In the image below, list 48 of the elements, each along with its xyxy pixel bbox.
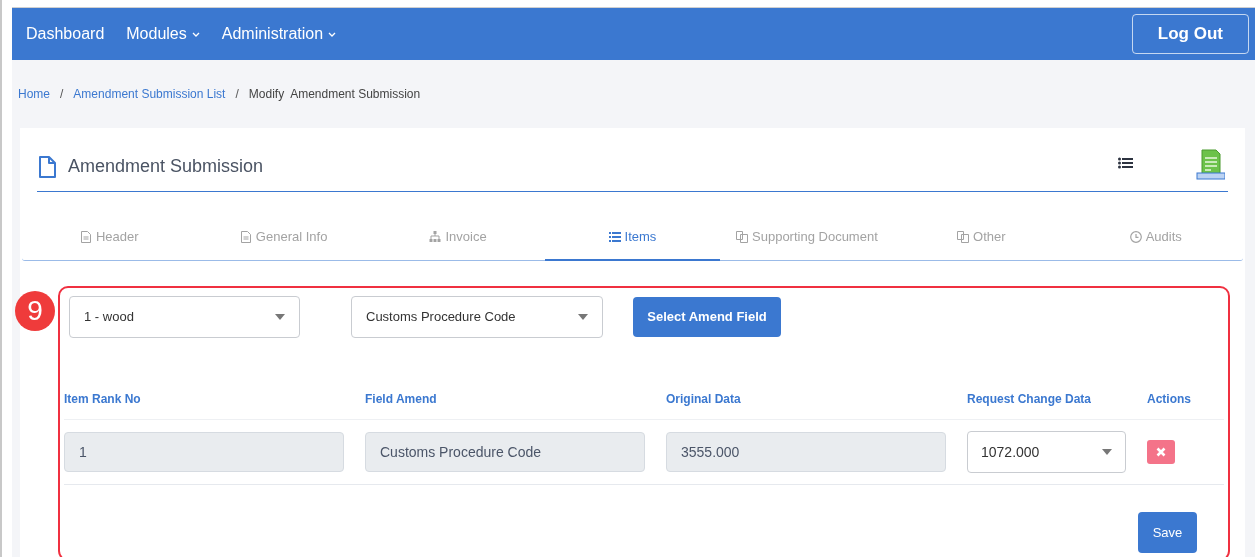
document-icon (79, 231, 92, 243)
breadcrumb-current: Modify Amendment Submission (248, 86, 421, 103)
nav-link[interactable]: Modules (126, 22, 200, 46)
breadcrumb-link[interactable]: Home (18, 85, 50, 103)
close-icon (1156, 447, 1166, 457)
save-button[interactable]: Save (1138, 512, 1197, 553)
breadcrumb-separator: / (234, 86, 240, 103)
list-icon (608, 230, 621, 243)
copy-icon (957, 231, 970, 243)
document-icon (239, 231, 252, 243)
change-data-select[interactable]: 1072.000 (967, 431, 1126, 473)
item-select[interactable]: 1 - wood (69, 296, 300, 338)
list-icon[interactable] (1118, 156, 1133, 169)
tab[interactable]: Supporting Document (719, 214, 895, 260)
tab[interactable]: Other (894, 214, 1069, 260)
breadcrumb-link[interactable]: Amendment Submission List (73, 85, 226, 103)
clock-icon (1129, 231, 1142, 243)
card-title: Amendment Submission (68, 155, 264, 178)
field-select[interactable]: Customs Procedure Code (351, 296, 603, 338)
nav-link[interactable]: Dashboard (26, 22, 105, 46)
tab[interactable]: Invoice (370, 214, 546, 260)
tab[interactable]: General Info (196, 214, 371, 260)
document-icon (38, 155, 56, 178)
column-header: Field Amend (365, 391, 438, 408)
caret-icon (578, 314, 588, 320)
column-header: Original Data (666, 391, 742, 408)
delete-button[interactable] (1147, 440, 1175, 464)
readonly-field: 1 (64, 432, 344, 472)
column-header: Actions (1147, 391, 1192, 408)
breadcrumb-separator: / (59, 86, 65, 103)
column-header: Item Rank No (64, 391, 142, 408)
tab[interactable]: Header (22, 214, 197, 260)
logout-button[interactable]: Log Out (1131, 14, 1249, 54)
select-amend-field-button[interactable]: Select Amend Field (633, 297, 781, 337)
chevron-down-icon (328, 31, 337, 37)
readonly-field: 3555.000 (666, 432, 946, 472)
hierarchy-icon (429, 231, 442, 243)
column-header: Request Change Data (967, 391, 1093, 408)
tab[interactable]: Audits (1068, 214, 1243, 260)
nav-link[interactable]: Administration (221, 22, 337, 46)
caret-icon (1102, 449, 1112, 455)
chevron-down-icon (191, 31, 200, 37)
caret-icon (275, 314, 285, 320)
tab[interactable]: Items (545, 214, 720, 261)
printer-document-icon[interactable] (1195, 148, 1225, 181)
copy-icon (736, 231, 748, 243)
step-number-badge: 9 (15, 291, 55, 331)
readonly-field: Customs Procedure Code (365, 432, 645, 472)
